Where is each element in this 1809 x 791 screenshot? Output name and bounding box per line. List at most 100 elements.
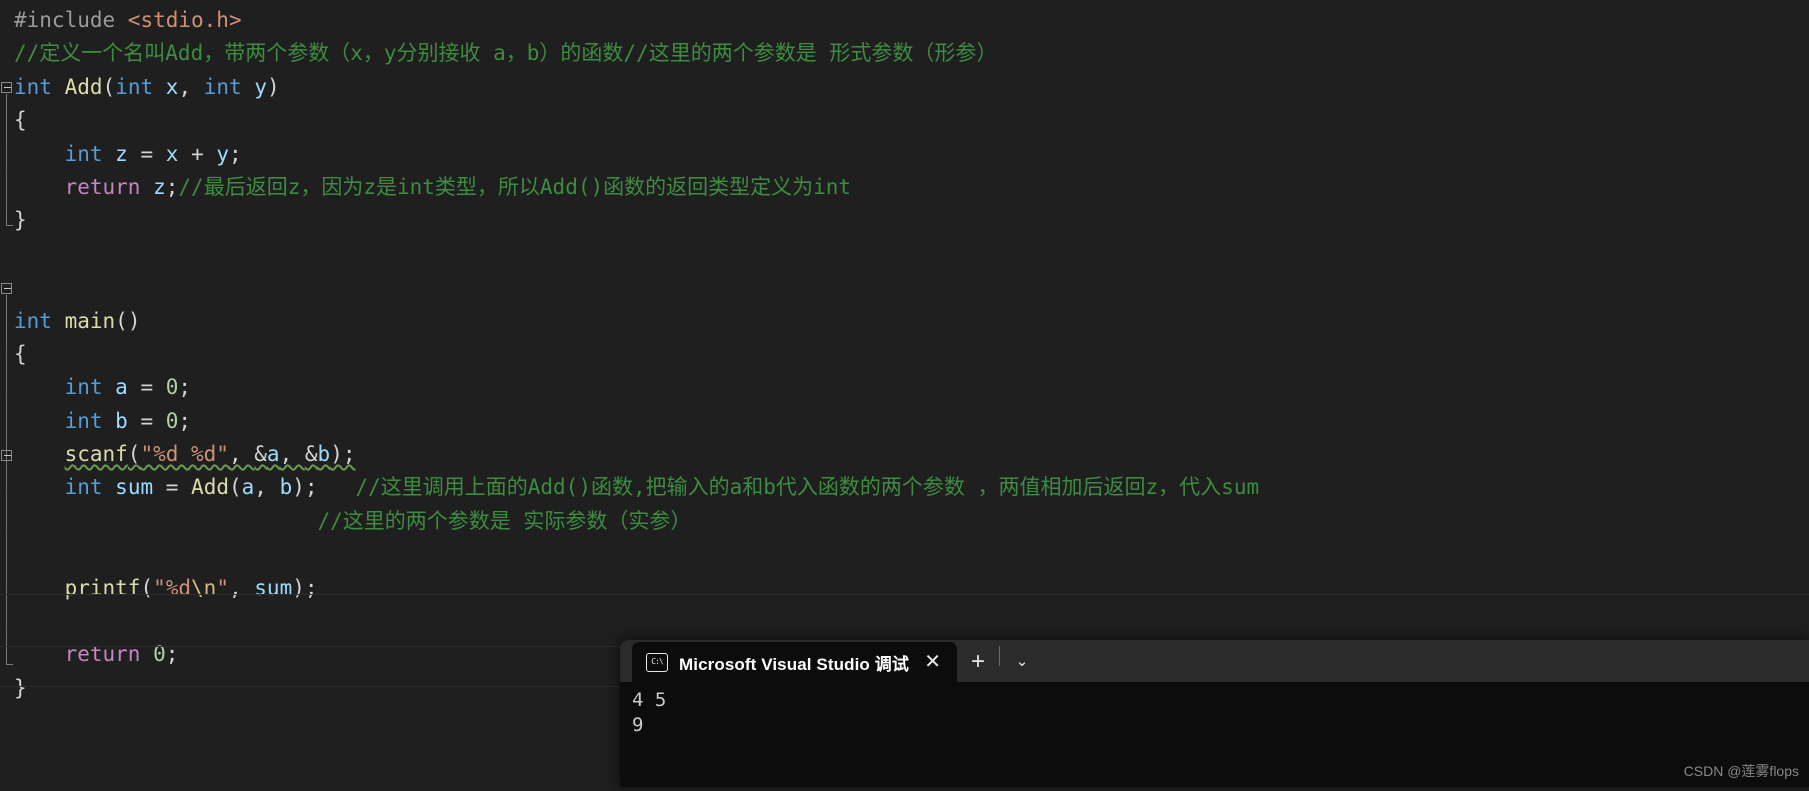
code-token (153, 75, 166, 99)
cmd-prompt-icon: C:\ (646, 653, 668, 672)
code-line (0, 538, 1809, 571)
code-token: ); (330, 442, 355, 466)
code-token: ); (292, 475, 355, 499)
terminal-output-line: 9 (632, 713, 1809, 738)
code-token: { (14, 108, 27, 132)
code-token: ; (178, 375, 191, 399)
code-token: } (14, 208, 27, 232)
code-line: int main() (0, 305, 1809, 338)
code-token: ( (229, 475, 242, 499)
code-line: int sum = Add(a, b); //这里调用上面的Add()函数,把输… (0, 471, 1809, 504)
code-token: ) (267, 75, 280, 99)
code-token (14, 509, 317, 533)
code-token: int (65, 142, 103, 166)
code-token: int (65, 475, 103, 499)
code-token: int (14, 309, 52, 333)
terminal-tab-bar[interactable]: C:\ Microsoft Visual Studio 调试控 ✕ + ⌄ (620, 640, 1809, 682)
code-token: //这里调用上面的Add()函数,把输入的a和b代入函数的两个参数 ，两值相加后… (355, 475, 1259, 499)
code-token: = (128, 142, 166, 166)
code-line: { (0, 104, 1809, 137)
code-line: //定义一个名叫Add，带两个参数（x，y分别接收 a，b）的函数//这里的两个… (0, 37, 1809, 70)
code-token: scanf (65, 442, 128, 466)
code-line (0, 605, 1809, 638)
code-token (140, 175, 153, 199)
code-token: , (229, 442, 254, 466)
code-token (14, 409, 65, 433)
code-token: y (254, 75, 267, 99)
code-token: = (128, 409, 166, 433)
code-token: = (128, 375, 166, 399)
code-token: a (267, 442, 280, 466)
code-token: = (153, 475, 191, 499)
code-token (103, 375, 116, 399)
code-token: ( (103, 75, 116, 99)
code-token: //这里的两个参数是 实际参数（实参） (317, 509, 691, 533)
code-line: int z = x + y; (0, 138, 1809, 171)
code-token: { (14, 342, 27, 366)
code-token (14, 442, 65, 466)
code-token: + (178, 142, 216, 166)
code-token: , (254, 475, 279, 499)
code-token (103, 409, 116, 433)
code-token: z (153, 175, 166, 199)
code-token (14, 375, 65, 399)
csdn-watermark: CSDN @莲雾flops (1684, 761, 1799, 781)
code-token: int (65, 375, 103, 399)
code-token: ( (128, 442, 141, 466)
code-line: #include <stdio.h> (0, 4, 1809, 37)
code-token: //定义一个名叫Add，带两个参数（x，y分别接收 a，b）的函数//这里的两个… (14, 41, 997, 65)
code-token (242, 75, 255, 99)
code-token: ; (166, 175, 179, 199)
code-token: a (242, 475, 255, 499)
code-token: "%d %d" (140, 442, 229, 466)
code-token: z (115, 142, 128, 166)
code-token (52, 75, 65, 99)
code-token: 0 (166, 375, 179, 399)
code-token: y (216, 142, 229, 166)
code-line: scanf("%d %d", &a, &b); (0, 438, 1809, 471)
terminal-tab-active[interactable]: C:\ Microsoft Visual Studio 调试控 ✕ (632, 642, 957, 682)
code-token: <stdio.h> (128, 8, 242, 32)
code-line (0, 271, 1809, 304)
code-token: x (166, 75, 179, 99)
code-token: b (115, 409, 128, 433)
code-token: , (178, 75, 203, 99)
code-token: b (280, 475, 293, 499)
code-line-container: #include <stdio.h> //定义一个名叫Add，带两个参数（x，y分… (0, 4, 1809, 705)
chevron-down-icon[interactable]: ⌄ (1000, 642, 1044, 682)
code-token: ( (140, 576, 153, 600)
editor-rule-1 (0, 594, 1809, 595)
terminal-output[interactable]: 4 59 (620, 682, 1809, 787)
code-token: () (115, 309, 140, 333)
code-token: \n (191, 576, 216, 600)
code-line: return z;//最后返回z，因为z是int类型，所以Add()函数的返回类… (0, 171, 1809, 204)
code-token: & (305, 442, 318, 466)
code-token: int (65, 409, 103, 433)
code-token (14, 175, 65, 199)
code-token: int (204, 75, 242, 99)
code-line: //这里的两个参数是 实际参数（实参） (0, 505, 1809, 538)
code-token: Add (65, 75, 103, 99)
code-token (103, 475, 116, 499)
code-token: b (318, 442, 331, 466)
code-line: printf("%d\n", sum); (0, 572, 1809, 605)
code-line: } (0, 204, 1809, 237)
close-icon[interactable]: ✕ (920, 652, 945, 672)
code-token: , (229, 576, 254, 600)
code-token: main (65, 309, 116, 333)
code-token (14, 475, 65, 499)
code-token: sum (115, 475, 153, 499)
code-token: x (166, 142, 179, 166)
code-token: return (65, 175, 141, 199)
code-token: ; (229, 142, 242, 166)
code-line: int a = 0; (0, 371, 1809, 404)
code-token (14, 576, 65, 600)
code-token: 0 (166, 409, 179, 433)
code-token: //最后返回z，因为z是int类型，所以Add()函数的返回类型定义为int (178, 175, 851, 199)
code-token: , (280, 442, 305, 466)
code-line (0, 238, 1809, 271)
code-token: sum (254, 576, 292, 600)
code-token (14, 142, 65, 166)
new-tab-icon[interactable]: + (957, 642, 999, 682)
terminal-window[interactable]: C:\ Microsoft Visual Studio 调试控 ✕ + ⌄ 4 … (620, 640, 1809, 787)
